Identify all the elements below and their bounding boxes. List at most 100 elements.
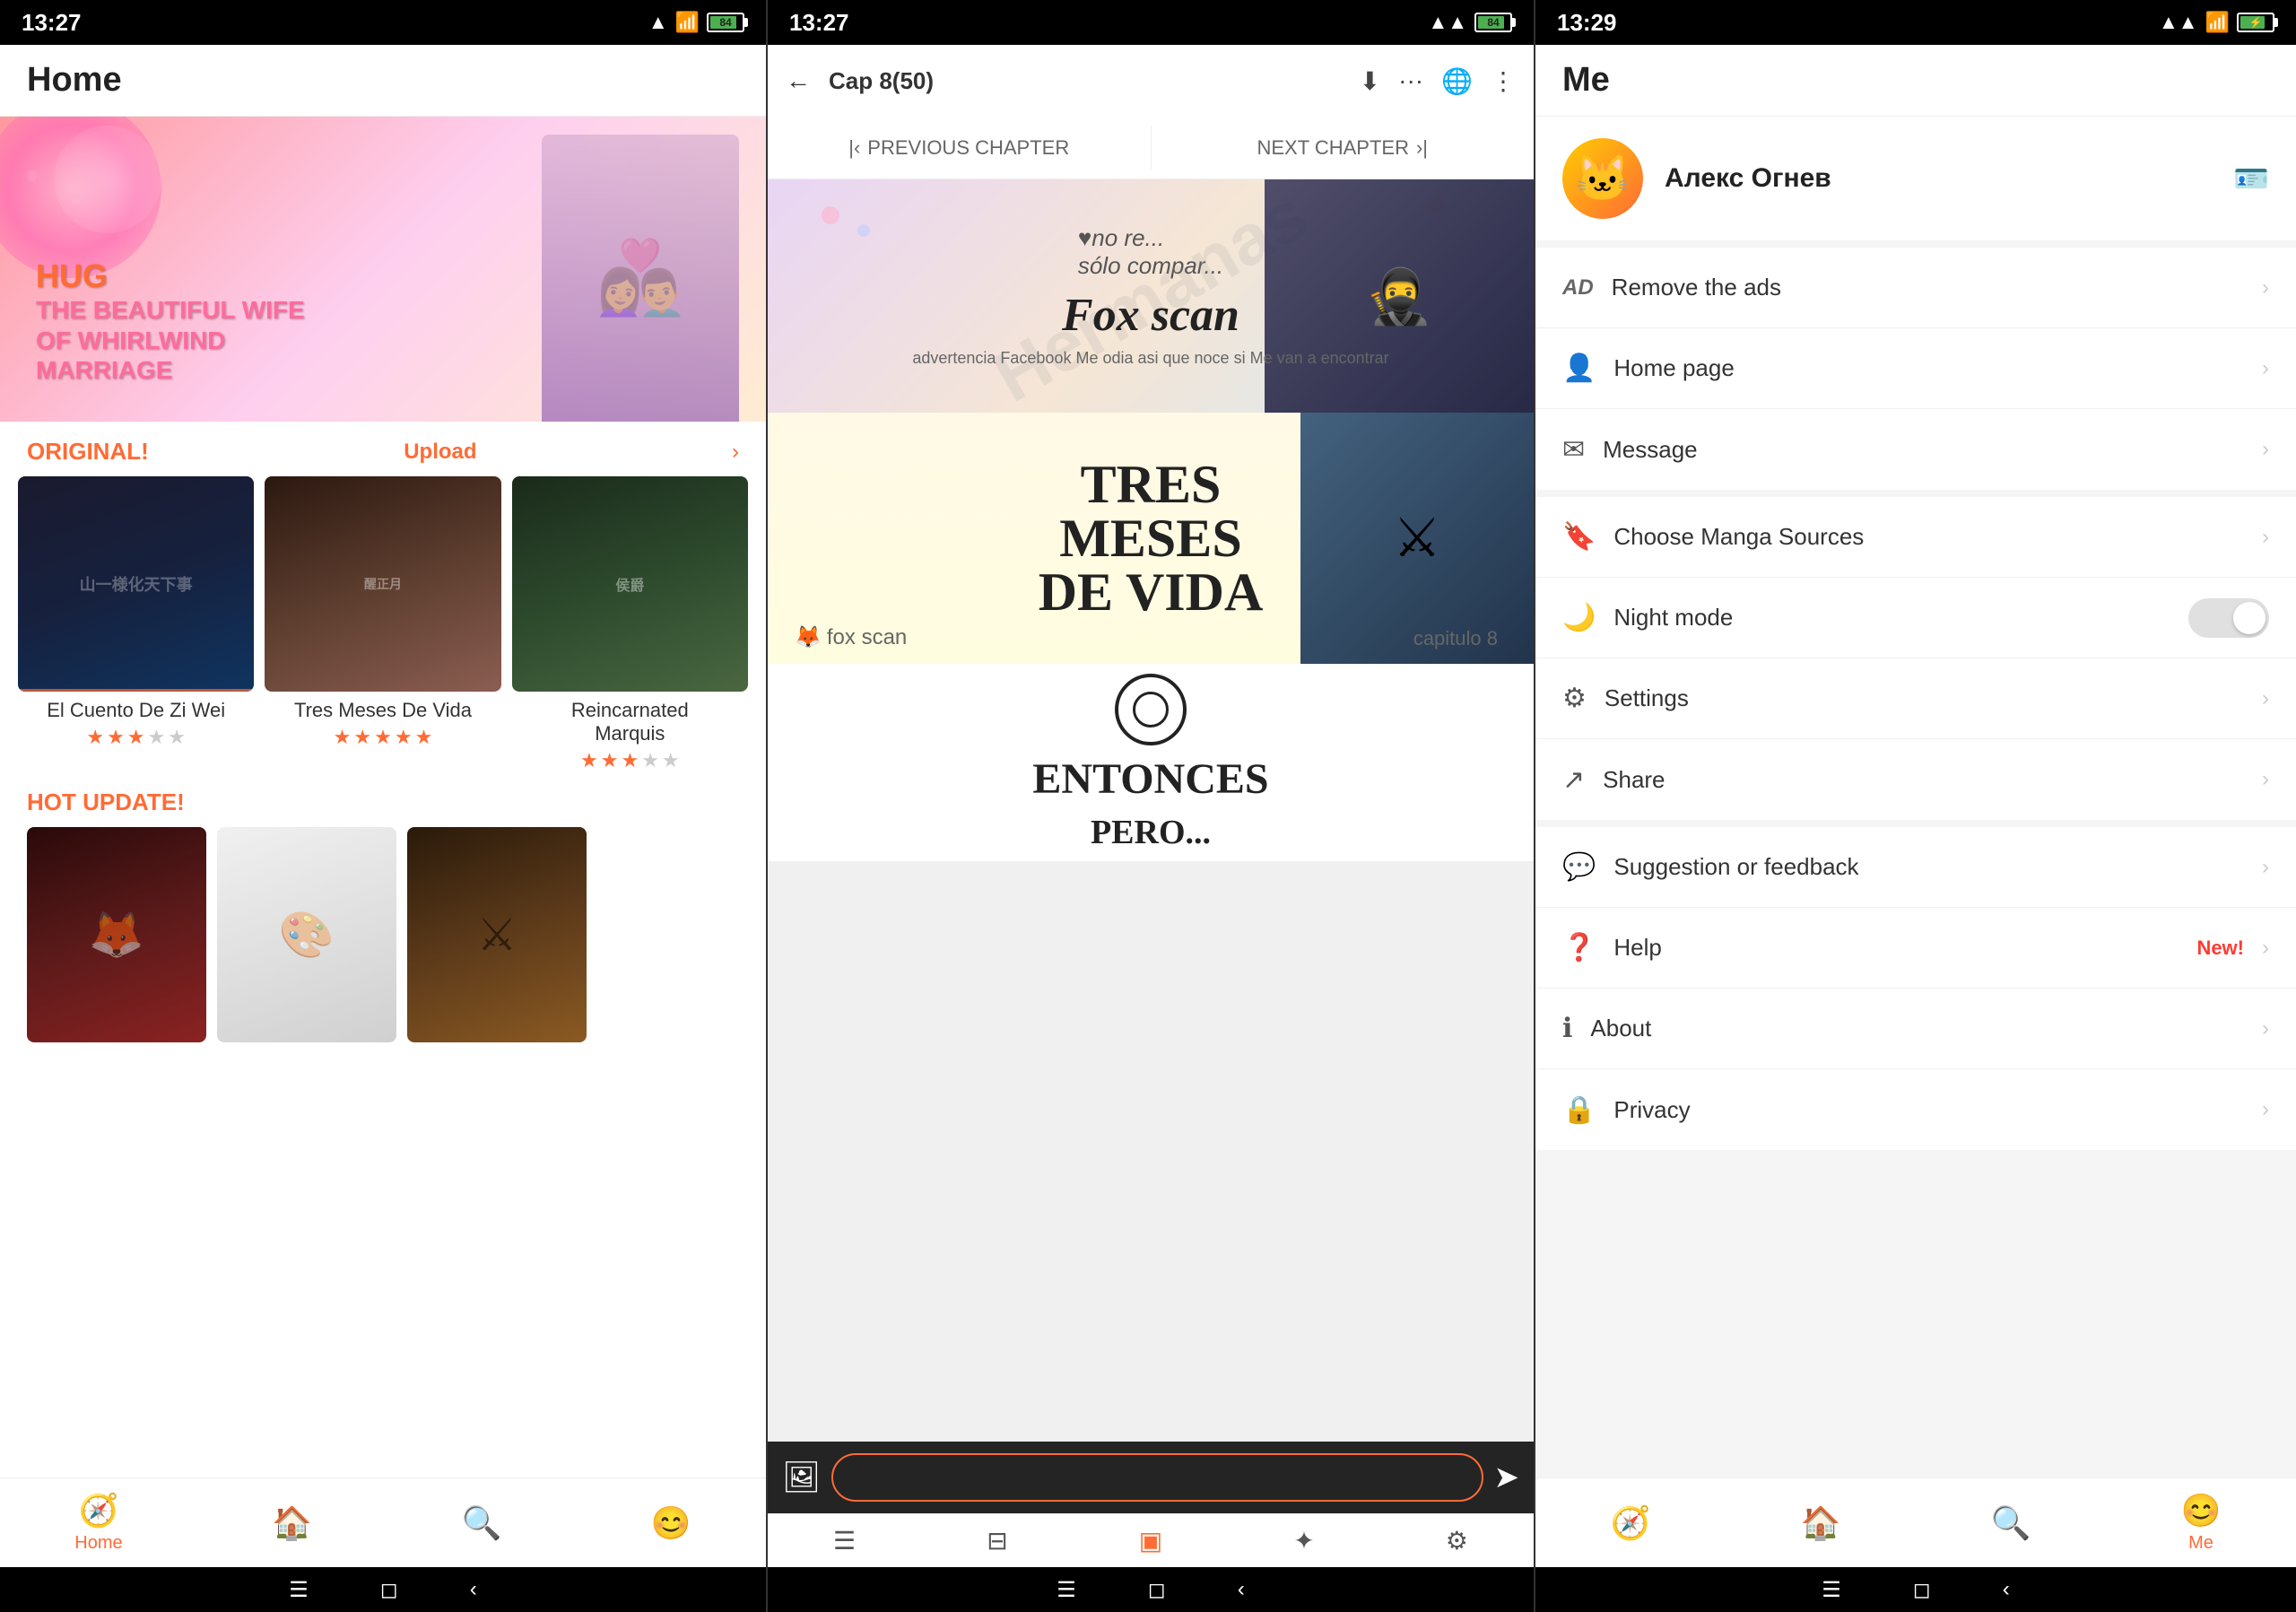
suggestion-label: Suggestion or feedback <box>1613 853 2244 881</box>
reader-func-brightness[interactable]: ✦ <box>1293 1526 1314 1555</box>
menu-group-2: 🔖 Choose Manga Sources › 🌙 Night mode ⚙ … <box>1535 497 2296 820</box>
prev-chapter-button[interactable]: |‹ PREVIOUS CHAPTER <box>768 117 1151 179</box>
character-2-decoration: ⚔ <box>1300 413 1534 664</box>
home-bottom-nav: 🧭 Home 🏠 🔍 😊 <box>0 1477 766 1567</box>
about-label: About <box>1590 1015 2244 1042</box>
hot-card-2[interactable]: 🎨 <box>217 827 396 1042</box>
me-profile[interactable]: 🐱 Алекс Огнев 🪪 <box>1535 117 2296 248</box>
entonces-title: ENTONCES <box>1032 754 1268 804</box>
download-icon[interactable]: ⬇ <box>1360 66 1380 96</box>
nav-me[interactable]: 😊 <box>651 1504 691 1542</box>
fox-scan-small-label: fox scan <box>827 625 907 650</box>
nav-me-active-label: Me <box>2188 1533 2213 1554</box>
menu-item-sources[interactable]: 🔖 Choose Manga Sources › <box>1535 497 2296 578</box>
hot-card-1[interactable]: 🦊 <box>27 827 206 1042</box>
manga-page-2: TRES MESES DE VIDA ⚔ 🦊 fox scan capitulo… <box>768 413 1534 664</box>
status-bar-home: 13:27 ▲ 📶 84 <box>0 0 766 45</box>
translate-icon[interactable]: 🌐 <box>1441 66 1473 96</box>
night-mode-toggle[interactable] <box>2188 598 2269 638</box>
hot-grid: 🦊 🎨 ⚔ <box>27 827 739 1051</box>
suggestion-icon: 💬 <box>1562 851 1596 883</box>
hot-card-3[interactable]: ⚔ <box>407 827 587 1042</box>
reader-func-reading[interactable]: ▣ <box>1139 1526 1162 1555</box>
reader-header: ← Cap 8(50) ⬇ ··· 🌐 ⋮ <box>768 45 1534 117</box>
menu-item-help[interactable]: ❓ Help New! › <box>1535 908 2296 989</box>
reader-func-menu[interactable]: ☰ <box>833 1526 856 1555</box>
send-icon[interactable]: ➤ <box>1494 1460 1520 1495</box>
menu-item-settings[interactable]: ⚙ Settings › <box>1535 658 2296 739</box>
nav-search-me[interactable]: 🔍 <box>1991 1504 2031 1542</box>
app-header-home: Home <box>0 45 766 117</box>
phone-bottom-bar-me: ☰ ◻ ‹ <box>1535 1567 2296 1612</box>
menu-item-suggestion[interactable]: 💬 Suggestion or feedback › <box>1535 827 2296 908</box>
menu-item-share[interactable]: ↗ Share › <box>1535 739 2296 820</box>
manga-card-reincarnated[interactable]: 侯爵 ReincarnatedMarquis ★★★★★ <box>512 476 748 772</box>
android-menu-btn-reader[interactable]: ☰ <box>1057 1577 1076 1603</box>
next-chapter-button[interactable]: NEXT CHAPTER ›| <box>1152 117 1535 179</box>
manga-card-zi-wei[interactable]: 山一様化天下事 El Cuento De Zi Wei ★★★★★ <box>18 476 254 772</box>
status-icons-me: ▲▲ 📶 ⚡ <box>2159 11 2274 34</box>
menu-item-homepage[interactable]: 👤 Home page › <box>1535 328 2296 409</box>
nav-me-active[interactable]: 😊 Me <box>2181 1492 2222 1554</box>
manga-grid: 山一様化天下事 El Cuento De Zi Wei ★★★★★ 醒正月 Tr… <box>0 476 766 772</box>
nav-me-active-icon: 😊 <box>2181 1492 2222 1529</box>
me-panel: 13:29 ▲▲ 📶 ⚡ Me 🐱 Алекс Огнев 🪪 AD Remov… <box>1535 0 2296 1612</box>
manga-title-zi-wei: El Cuento De Zi Wei <box>18 699 254 722</box>
share-chevron-icon: › <box>2262 767 2269 792</box>
nav-bookshelf[interactable]: 🏠 <box>272 1504 312 1542</box>
menu-item-about[interactable]: ℹ About › <box>1535 989 2296 1069</box>
android-home-btn-reader[interactable]: ◻ <box>1148 1577 1166 1603</box>
android-back-btn-me[interactable]: ‹ <box>2003 1577 2010 1602</box>
pero-text: PERO... <box>1091 813 1211 852</box>
comment-input-wrapper[interactable] <box>831 1453 1483 1502</box>
status-time-reader: 13:27 <box>789 9 849 37</box>
reader-func-settings[interactable]: ⚙ <box>1446 1526 1468 1555</box>
battery-icon-home: 84 <box>707 13 744 32</box>
reader-image-icon[interactable]: 🖼 <box>782 1460 821 1495</box>
manga-card-tres-meses[interactable]: 醒正月 Tres Meses De Vida ★★★★★ <box>265 476 500 772</box>
upload-button[interactable]: Upload <box>404 440 476 465</box>
banner-manga-title: THE BEAUTIFUL WIFE OF WHIRLWIND MARRIAGE <box>36 295 305 386</box>
ads-icon: AD <box>1562 275 1594 301</box>
manga-cover-reincarnated: 侯爵 <box>512 476 748 692</box>
reader-header-icons: ⬇ ··· 🌐 ⋮ <box>1360 66 1516 96</box>
android-home-btn-me[interactable]: ◻ <box>1913 1577 1931 1603</box>
avatar: 🐱 <box>1562 138 1643 219</box>
nav-shelf-me[interactable]: 🏠 <box>1801 1504 1841 1542</box>
privacy-icon: 🔒 <box>1562 1094 1596 1126</box>
about-icon: ℹ <box>1562 1013 1572 1044</box>
message-icon: ✉ <box>1562 434 1585 466</box>
profile-card-icon[interactable]: 🪪 <box>2233 161 2269 196</box>
more-icon[interactable]: ··· <box>1398 66 1423 96</box>
homepage-icon: 👤 <box>1562 353 1596 384</box>
suggestion-chevron-icon: › <box>2262 855 2269 880</box>
android-home-btn[interactable]: ◻ <box>380 1577 398 1603</box>
nav-home[interactable]: 🧭 Home <box>74 1492 122 1554</box>
android-menu-btn[interactable]: ☰ <box>289 1577 309 1603</box>
android-back-btn[interactable]: ‹ <box>470 1577 477 1602</box>
menu-item-ads[interactable]: AD Remove the ads › <box>1535 248 2296 328</box>
android-menu-btn-me[interactable]: ☰ <box>1822 1577 1841 1603</box>
prev-chapter-label: PREVIOUS CHAPTER <box>867 136 1069 160</box>
sources-chevron-icon: › <box>2262 525 2269 550</box>
reader-func-chapters[interactable]: ⊟ <box>987 1526 1007 1555</box>
privacy-chevron-icon: › <box>2262 1097 2269 1122</box>
manga-cover-zi-wei: 山一様化天下事 <box>18 476 254 692</box>
banner-characters: 👩‍❤️‍👨 <box>542 135 739 422</box>
manga-stars-zi-wei: ★★★★★ <box>18 726 254 749</box>
avatar-emoji: 🐱 <box>1575 152 1631 205</box>
menu-dots-icon[interactable]: ⋮ <box>1491 66 1516 96</box>
profile-username: Алекс Огнев <box>1665 163 2212 194</box>
android-back-btn-reader[interactable]: ‹ <box>1238 1577 1245 1602</box>
menu-item-nightmode[interactable]: 🌙 Night mode <box>1535 578 2296 658</box>
menu-item-privacy[interactable]: 🔒 Privacy › <box>1535 1069 2296 1150</box>
home-banner[interactable]: HUG THE BEAUTIFUL WIFE OF WHIRLWIND MARR… <box>0 117 766 422</box>
nav-search[interactable]: 🔍 <box>462 1504 502 1542</box>
menu-item-message[interactable]: ✉ Message › <box>1535 409 2296 490</box>
back-button[interactable]: ← <box>786 66 811 95</box>
menu-group-3: 💬 Suggestion or feedback › ❓ Help New! ›… <box>1535 827 2296 1150</box>
sources-label: Choose Manga Sources <box>1613 523 2244 551</box>
nav-discover-me[interactable]: 🧭 <box>1611 1504 1651 1542</box>
original-arrow[interactable]: › <box>732 440 739 465</box>
dot-decoration <box>857 224 870 237</box>
